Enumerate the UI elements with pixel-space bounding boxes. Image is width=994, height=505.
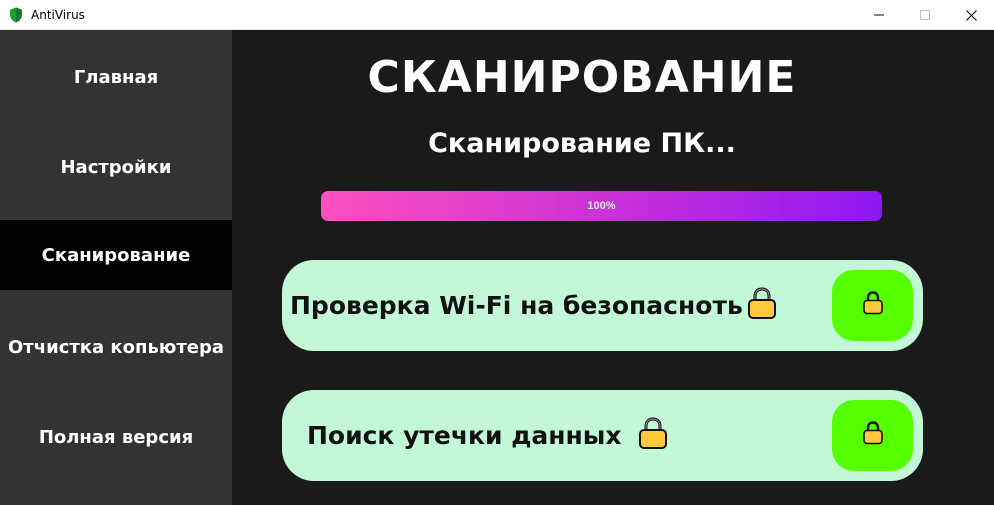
wifi-check-button[interactable]	[832, 270, 913, 341]
close-icon	[965, 9, 977, 21]
sidebar-item-cleanup[interactable]: Отчистка копьютера	[0, 312, 232, 382]
shield-icon	[9, 7, 23, 23]
window-controls	[856, 0, 994, 30]
data-leak-button[interactable]	[832, 400, 913, 471]
sidebar-item-home[interactable]: Главная	[0, 42, 232, 112]
close-button[interactable]	[948, 0, 994, 30]
scan-status-text: Сканирование ПК...	[428, 128, 736, 159]
main-panel: СКАНИРОВАНИЕ Сканирование ПК... 100% Про…	[232, 30, 994, 505]
minimize-button[interactable]	[856, 0, 902, 30]
page-title: СКАНИРОВАНИЕ	[367, 52, 797, 103]
sidebar-item-label: Главная	[73, 66, 159, 88]
wifi-check-card: Проверка Wi-Fi на безопасноть	[282, 260, 923, 351]
lock-icon	[862, 420, 884, 451]
minimize-icon	[874, 10, 884, 20]
maximize-button[interactable]	[902, 0, 948, 30]
lock-icon	[747, 286, 777, 326]
title-bar: AntiVirus	[0, 0, 994, 30]
data-leak-label: Поиск утечки данных	[307, 421, 622, 450]
lock-icon	[862, 290, 884, 321]
sidebar-item-full-version[interactable]: Полная версия	[0, 402, 232, 472]
sidebar-item-label: Сканирование	[41, 244, 191, 266]
sidebar-item-label: Настройки	[60, 156, 172, 178]
sidebar-item-label: Отчистка копьютера	[7, 336, 224, 358]
sidebar-item-settings[interactable]: Настройки	[0, 132, 232, 202]
maximize-icon	[920, 10, 930, 20]
window-title: AntiVirus	[31, 7, 85, 22]
scan-progress-bar: 100%	[321, 191, 882, 221]
data-leak-card: Поиск утечки данных	[282, 390, 923, 481]
sidebar: Главная Настройки Сканирование Отчистка …	[0, 30, 232, 505]
lock-icon	[638, 416, 668, 456]
progress-label: 100%	[587, 200, 616, 212]
sidebar-item-scan[interactable]: Сканирование	[0, 220, 232, 290]
sidebar-item-label: Полная версия	[38, 426, 194, 448]
wifi-check-label: Проверка Wi-Fi на безопасноть	[290, 291, 743, 320]
